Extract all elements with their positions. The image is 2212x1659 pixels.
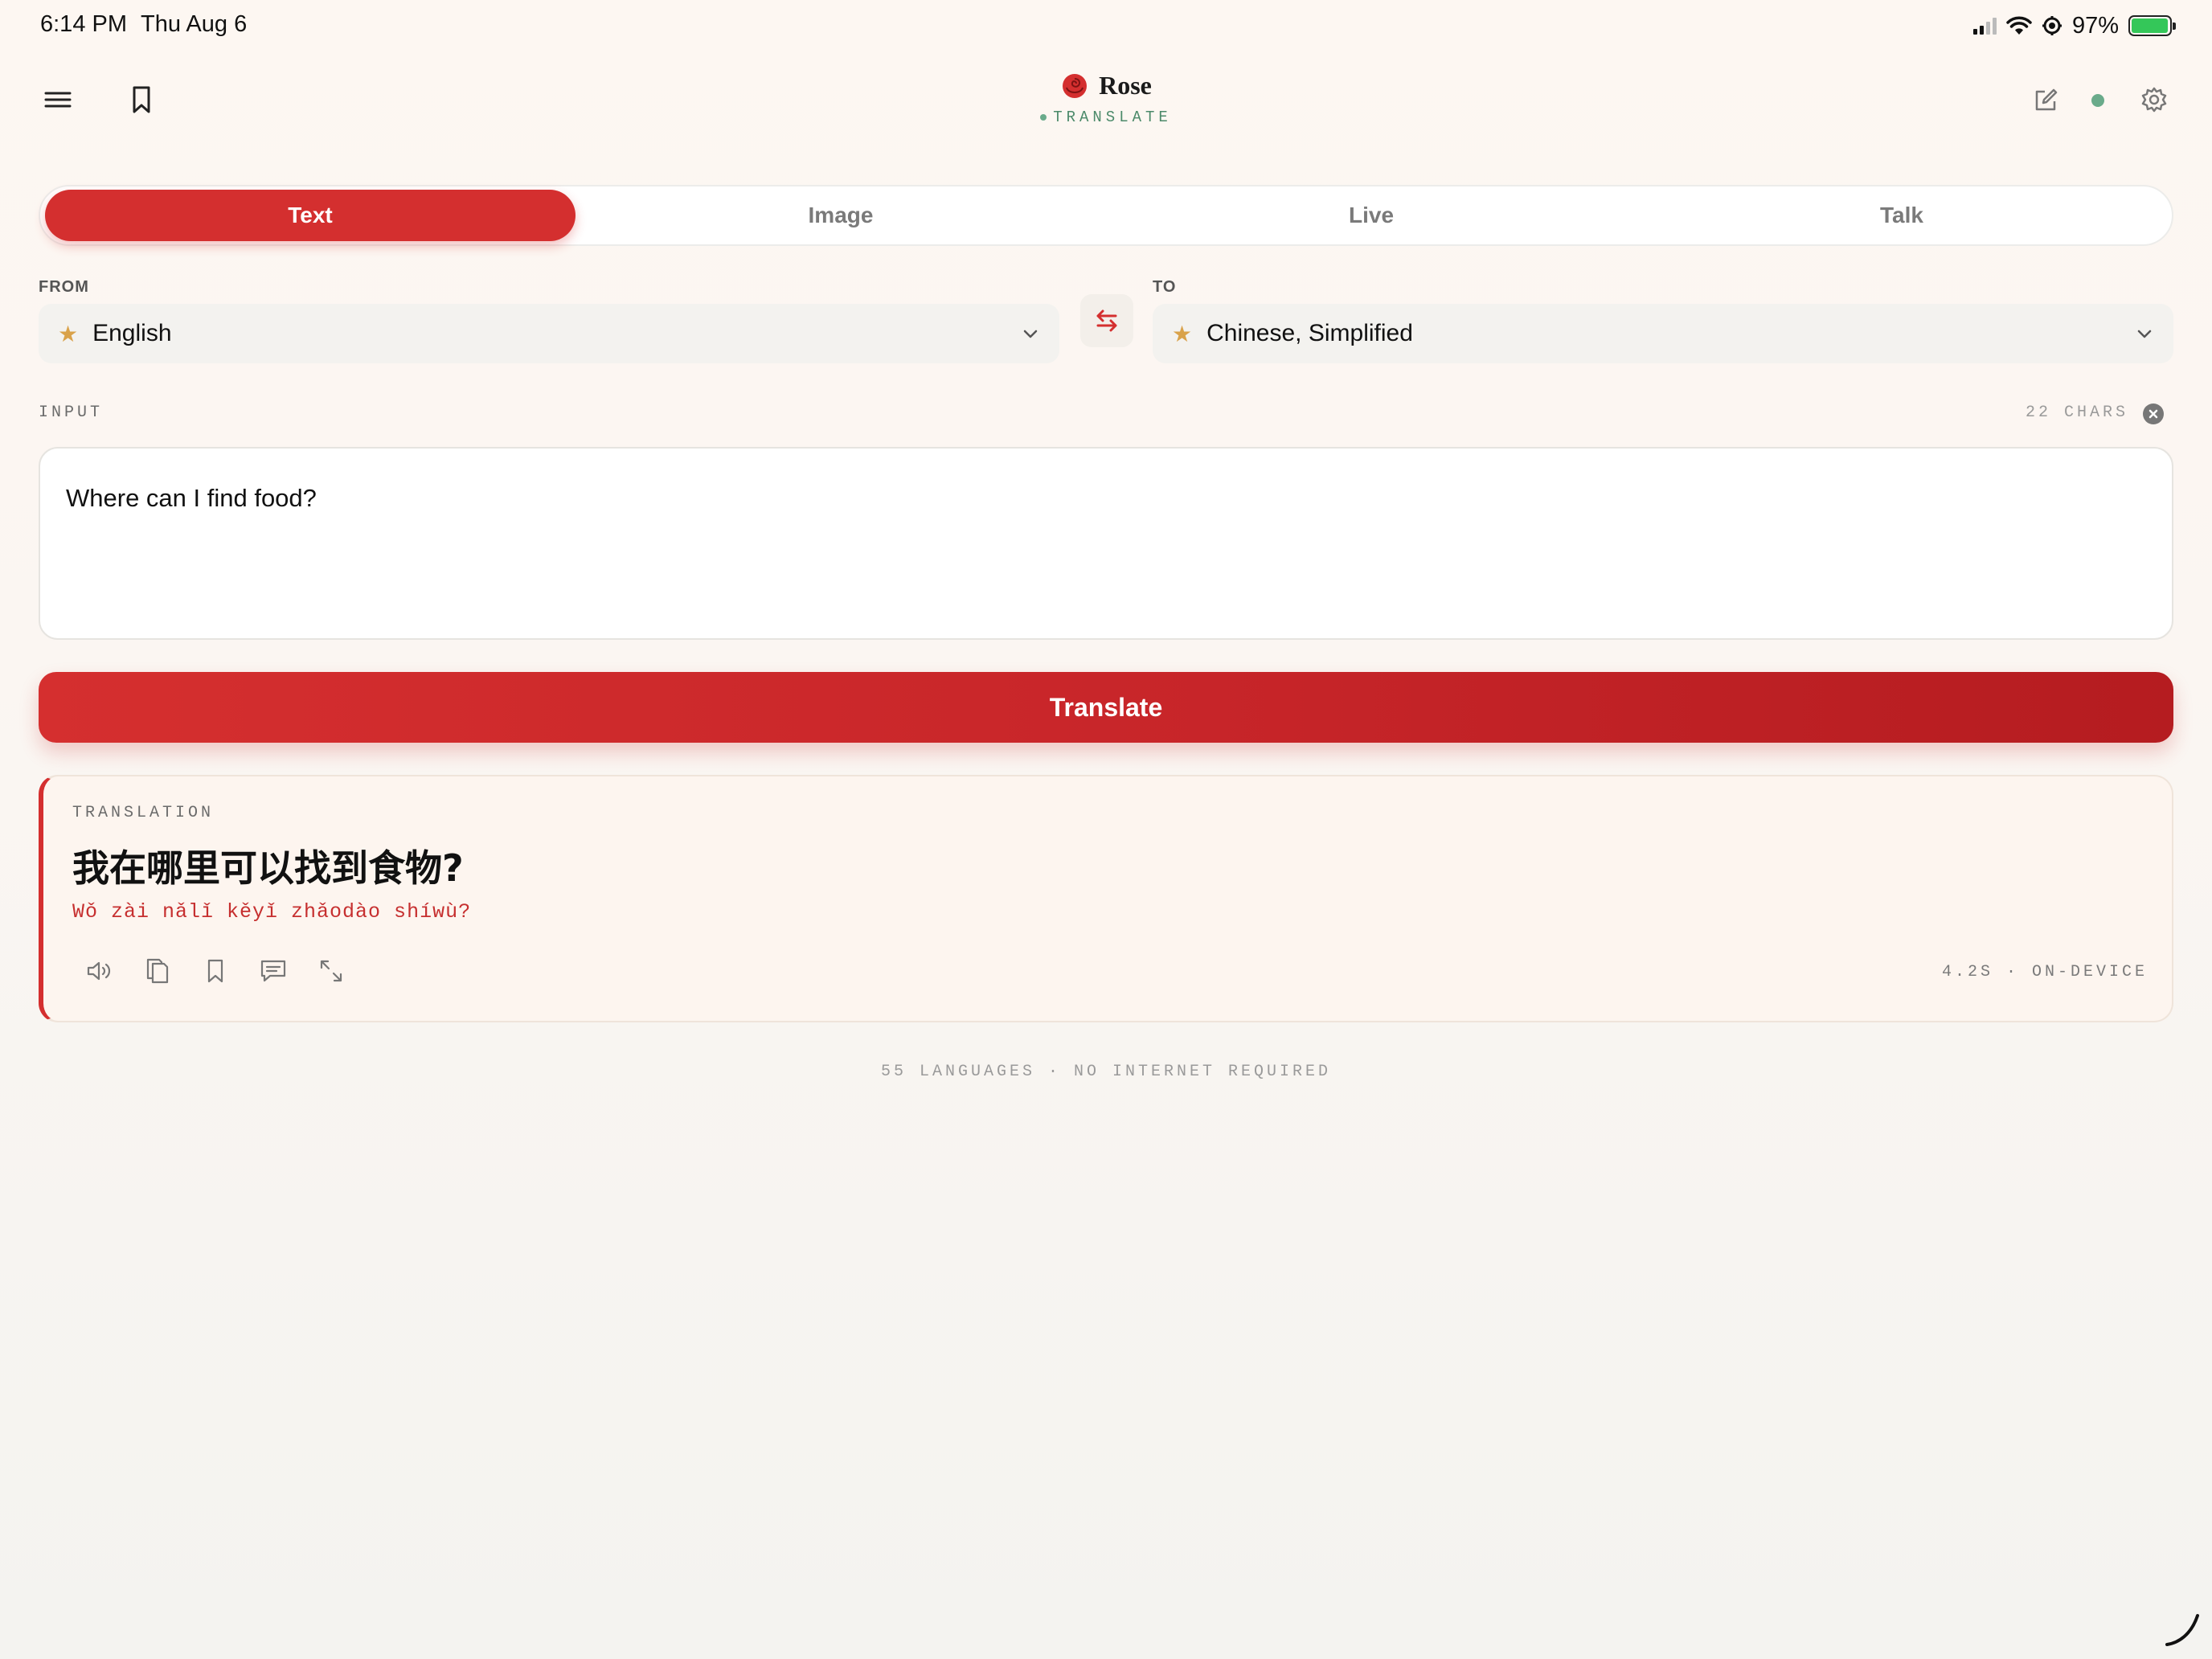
swap-icon xyxy=(1096,309,1117,332)
to-language-select[interactable]: ★ Chinese, Simplified xyxy=(1153,304,2173,363)
gear-icon xyxy=(2141,87,2167,113)
focus-icon xyxy=(2042,16,2062,35)
tab-image[interactable]: Image xyxy=(576,190,1106,241)
status-time: 6:14 PM xyxy=(40,11,127,37)
menu-icon xyxy=(44,92,72,108)
brand-name: Rose xyxy=(1099,71,1152,100)
comment-button[interactable] xyxy=(257,955,289,987)
footer-note: 55 LANGUAGES · NO INTERNET REQUIRED xyxy=(880,1063,1332,1081)
char-count: 22 CHARS xyxy=(2026,403,2129,422)
from-label: FROM xyxy=(39,278,89,296)
cellular-signal-icon xyxy=(1972,17,1997,35)
from-language-select[interactable]: ★ English xyxy=(39,304,1059,363)
swap-languages-button[interactable] xyxy=(1080,294,1133,347)
input-label: INPUT xyxy=(39,403,104,422)
status-date: Thu Aug 6 xyxy=(141,11,248,37)
from-language-value: English xyxy=(92,320,172,346)
to-language-value: Chinese, Simplified xyxy=(1206,320,1413,346)
pencil-scribble-icon xyxy=(2165,1614,2199,1646)
speaker-icon xyxy=(87,961,111,981)
tab-live[interactable]: Live xyxy=(1106,190,1636,241)
expand-button[interactable] xyxy=(315,955,347,987)
close-icon xyxy=(2149,409,2158,419)
source-text-input[interactable]: Where can I find food? xyxy=(39,447,2173,640)
translation-actions xyxy=(84,955,347,987)
translation-pinyin: Wǒ zài nǎlǐ kěyǐ zhǎodào shíwù? xyxy=(72,900,472,924)
favorite-star-icon: ★ xyxy=(58,321,79,346)
app-brand: Rose TRANSLATE xyxy=(1026,71,1186,126)
online-dot-icon xyxy=(1040,114,1047,121)
settings-button[interactable] xyxy=(2138,84,2170,116)
tab-talk[interactable]: Talk xyxy=(1636,190,2167,241)
bookmark-icon xyxy=(133,86,150,113)
bookmark-icon xyxy=(207,959,223,983)
battery-charging-icon xyxy=(2128,15,2176,36)
rose-logo-icon xyxy=(1063,73,1088,98)
battery-percent: 97% xyxy=(2071,12,2119,39)
status-dot-icon xyxy=(2091,93,2105,108)
brand-subtitle: TRANSLATE xyxy=(1053,109,1172,126)
new-note-button[interactable] xyxy=(2030,85,2061,116)
save-translation-button[interactable] xyxy=(199,955,231,987)
bookmarks-button[interactable] xyxy=(125,82,158,117)
copy-icon xyxy=(146,958,169,984)
translation-result: 我在哪里可以找到食物? xyxy=(72,846,464,890)
wifi-icon xyxy=(2006,16,2032,35)
clear-input-button[interactable] xyxy=(2143,403,2164,424)
translation-label: TRANSLATION xyxy=(72,804,215,822)
to-label: TO xyxy=(1153,278,1177,296)
menu-button[interactable] xyxy=(42,84,74,116)
translate-button[interactable]: Translate xyxy=(39,672,2173,743)
battery-fill xyxy=(2132,18,2168,33)
translation-meta: 4.2S · ON-DEVICE xyxy=(1941,963,2148,981)
favorite-star-icon: ★ xyxy=(1172,321,1193,346)
mode-tabs: Text Image Live Talk xyxy=(39,185,2173,246)
chevron-down-icon xyxy=(1023,330,1038,338)
comment-icon xyxy=(260,960,286,982)
translation-card: TRANSLATION 我在哪里可以找到食物? Wǒ zài nǎlǐ kěyǐ… xyxy=(39,775,2173,1022)
copy-button[interactable] xyxy=(141,955,174,987)
tab-text[interactable]: Text xyxy=(45,190,576,241)
status-bar: 6:14 PM Thu Aug 6 97% xyxy=(0,0,2212,51)
edit-icon xyxy=(2035,88,2058,111)
status-indicators: 97% xyxy=(1972,11,2176,40)
speak-button[interactable] xyxy=(84,955,116,987)
chevron-down-icon xyxy=(2137,330,2152,338)
source-text-value: Where can I find food? xyxy=(66,484,317,512)
expand-icon xyxy=(320,960,342,982)
